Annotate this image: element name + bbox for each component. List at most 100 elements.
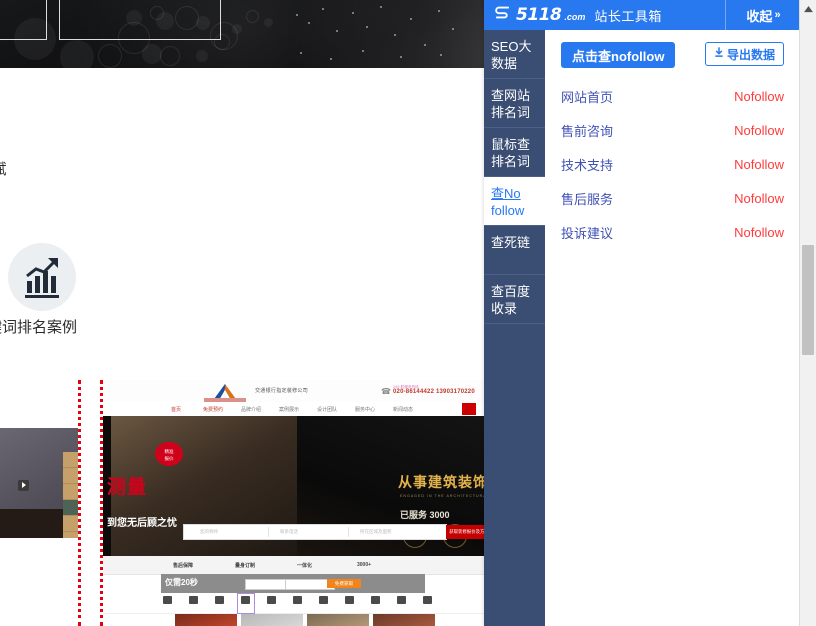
brand-product-name: 站长工具箱 xyxy=(594,6,662,25)
shot-company-name: 交通银行指定装修公司 xyxy=(255,387,308,394)
triangle-up-icon xyxy=(804,0,813,18)
sidebar-item-label-2: 收录 xyxy=(491,300,545,317)
shot-headline-gold: 从事建筑装饰 xyxy=(398,472,484,492)
sidebar-item-label-2: 排名词 xyxy=(491,153,545,170)
sidebar-item-site-ranking-words[interactable]: 查网站 排名词 xyxy=(484,79,545,128)
brand-logo: 5118 .com 站长工具箱 xyxy=(484,4,725,26)
shot-badge-line-1: 精准 xyxy=(155,448,183,455)
table-row[interactable]: 技术支持 Nofollow xyxy=(545,147,800,181)
hero-outline-box xyxy=(59,0,221,40)
result-link[interactable]: 售前咨询 xyxy=(561,121,734,140)
website-screenshot-thumbnail: 交通银行指定装修公司 ☎ 24小时服务热线 020-86144422 13903… xyxy=(78,380,484,626)
double-chevron-right-icon: » xyxy=(774,9,779,21)
intro-line-2: 机 xyxy=(0,188,144,224)
shot-price-badge: 精准 报价 xyxy=(155,442,183,466)
check-nofollow-button[interactable]: 点击查nofollow xyxy=(561,42,675,68)
5118-tool-panel: 5118 .com 站长工具箱 收起 » SEO大 数据 查网站 排名词 鼠标查… xyxy=(484,0,816,626)
brand-number: 5118 xyxy=(516,7,561,24)
export-data-label: 导出数据 xyxy=(727,46,775,63)
shot-nav-item: 品牌介绍 xyxy=(241,406,261,413)
shot-feature-strip: 售后保障 量身订制 一体化 3000+ xyxy=(103,556,484,575)
scroll-up-button[interactable] xyxy=(800,0,816,17)
shot-strip-item: 量身订制 xyxy=(235,562,255,569)
shot-promo-title: 仅需20秒 xyxy=(165,577,198,588)
floating-contact-widget xyxy=(63,452,78,548)
sidebar-item-mouse-ranking-words[interactable]: 鼠标查 排名词 xyxy=(484,128,545,177)
case-photo-thumbnail xyxy=(0,428,78,538)
sidebar-item-check-baidu-index[interactable]: 查百度 收录 xyxy=(484,275,545,324)
5118-swirl-icon xyxy=(494,4,511,26)
shot-phone-number: 020-86144422 13903170220 xyxy=(393,389,475,395)
shot-nav-item: 案例展示 xyxy=(279,406,299,413)
sidebar-item-label-2: 数据 xyxy=(491,55,545,72)
status-badge: Nofollow xyxy=(734,157,784,172)
sidebar-item-label-2: follow xyxy=(491,202,545,219)
cursor-pointer-icon xyxy=(18,480,29,491)
result-link[interactable]: 投诉建议 xyxy=(561,223,734,242)
result-link[interactable]: 网站首页 xyxy=(561,87,734,106)
panel-header: 5118 .com 站长工具箱 收起 » xyxy=(484,0,800,30)
sidebar-item-label: SEO大 xyxy=(491,38,545,55)
shot-form-field: 所在区域及面积 xyxy=(360,529,392,535)
shot-nav-item: 服务中心 xyxy=(355,406,375,413)
dotted-guide-line xyxy=(78,380,81,626)
shot-promo-bar: 仅需20秒 免费获取 xyxy=(161,574,425,593)
table-row[interactable]: 网站首页 Nofollow xyxy=(545,79,800,113)
sidebar-item-label: 查No xyxy=(491,185,545,202)
status-badge: Nofollow xyxy=(734,225,784,240)
panel-sidebar: SEO大 数据 查网站 排名词 鼠标查 排名词 查No follow 查死链 查… xyxy=(484,30,545,626)
stat-caption: 关键词排名案例 xyxy=(0,316,77,337)
collapse-label: 收起 xyxy=(746,6,772,25)
shot-category-icons xyxy=(103,593,484,614)
sidebar-item-seo-data[interactable]: SEO大 数据 xyxy=(484,30,545,79)
export-data-button[interactable]: 导出数据 xyxy=(705,42,784,66)
sidebar-item-label: 查死链 xyxy=(491,234,545,251)
download-icon xyxy=(714,47,724,61)
panel-content: 点击查nofollow 导出数据 网站首页 Nofollow xyxy=(545,30,800,626)
shot-headline-white: 到您无后顾之忧 xyxy=(107,514,177,529)
scrollbar-thumb[interactable] xyxy=(802,245,814,355)
shot-nav-item: 首页 xyxy=(171,406,181,413)
collapse-button[interactable]: 收起 » xyxy=(725,0,800,30)
sidebar-item-check-dead-links[interactable]: 查死链 xyxy=(484,226,545,275)
shot-strip-item: 售后保障 xyxy=(173,562,193,569)
table-row[interactable]: 投诉建议 Nofollow xyxy=(545,215,800,249)
table-row[interactable]: 售后服务 Nofollow xyxy=(545,181,800,215)
shot-form-submit: 获取装修报价及方案 xyxy=(446,525,484,539)
shot-headline-gold-sub: ENGAGED IN THE ARCHITECTURAL xyxy=(400,494,484,498)
shot-search-button xyxy=(462,403,476,415)
status-badge: Nofollow xyxy=(734,89,784,104)
panel-body: SEO大 数据 查网站 排名词 鼠标查 排名词 查No follow 查死链 查… xyxy=(484,30,800,626)
intro-paragraph: 方知识构成赋 机 xyxy=(0,152,144,224)
result-link[interactable]: 技术支持 xyxy=(561,155,734,174)
panel-toolbar: 点击查nofollow 导出数据 xyxy=(545,30,800,79)
shot-promo-button: 免费获取 xyxy=(327,579,361,588)
bar-chart-growth-icon xyxy=(8,243,76,311)
shot-nav-item: 设计团队 xyxy=(317,406,337,413)
shot-logo-icon xyxy=(208,384,242,398)
hero-outline-box xyxy=(0,0,47,40)
brand-domain: .com xyxy=(564,12,585,22)
result-link[interactable]: 售后服务 xyxy=(561,189,734,208)
phone-icon: ☎ xyxy=(381,387,391,396)
shot-strip-item: 3000+ xyxy=(357,562,371,568)
shot-served-count: 已服务 3000 xyxy=(400,508,450,521)
shot-headline-red: 测量 xyxy=(107,472,147,499)
shot-form-field: 您的称呼 xyxy=(200,529,218,535)
shot-nav-bar: 首页 免费预约 品牌介绍 案例展示 设计团队 服务中心 新闻动态 xyxy=(103,402,484,417)
sidebar-item-check-nofollow[interactable]: 查No follow xyxy=(484,177,545,226)
shot-nav-item: 新闻动态 xyxy=(393,406,413,413)
sidebar-item-label: 查网站 xyxy=(491,87,545,104)
status-badge: Nofollow xyxy=(734,123,784,138)
shot-badge-line-2: 报价 xyxy=(155,455,183,462)
shot-strip-item: 一体化 xyxy=(297,562,312,569)
shot-form-field: 联系电话 xyxy=(280,529,298,535)
shot-nav-item: 免费预约 xyxy=(203,406,223,413)
status-badge: Nofollow xyxy=(734,191,784,206)
nofollow-result-list: 网站首页 Nofollow 售前咨询 Nofollow 技术支持 Nofollo… xyxy=(545,79,800,249)
shot-quote-form: 您的称呼 联系电话 所在区域及面积 获取装修报价及方案 xyxy=(183,524,447,540)
intro-line-1: 方知识构成赋 xyxy=(0,152,144,188)
panel-scrollbar[interactable] xyxy=(799,0,816,626)
table-row[interactable]: 售前咨询 Nofollow xyxy=(545,113,800,147)
sidebar-item-label-2: 排名词 xyxy=(491,104,545,121)
